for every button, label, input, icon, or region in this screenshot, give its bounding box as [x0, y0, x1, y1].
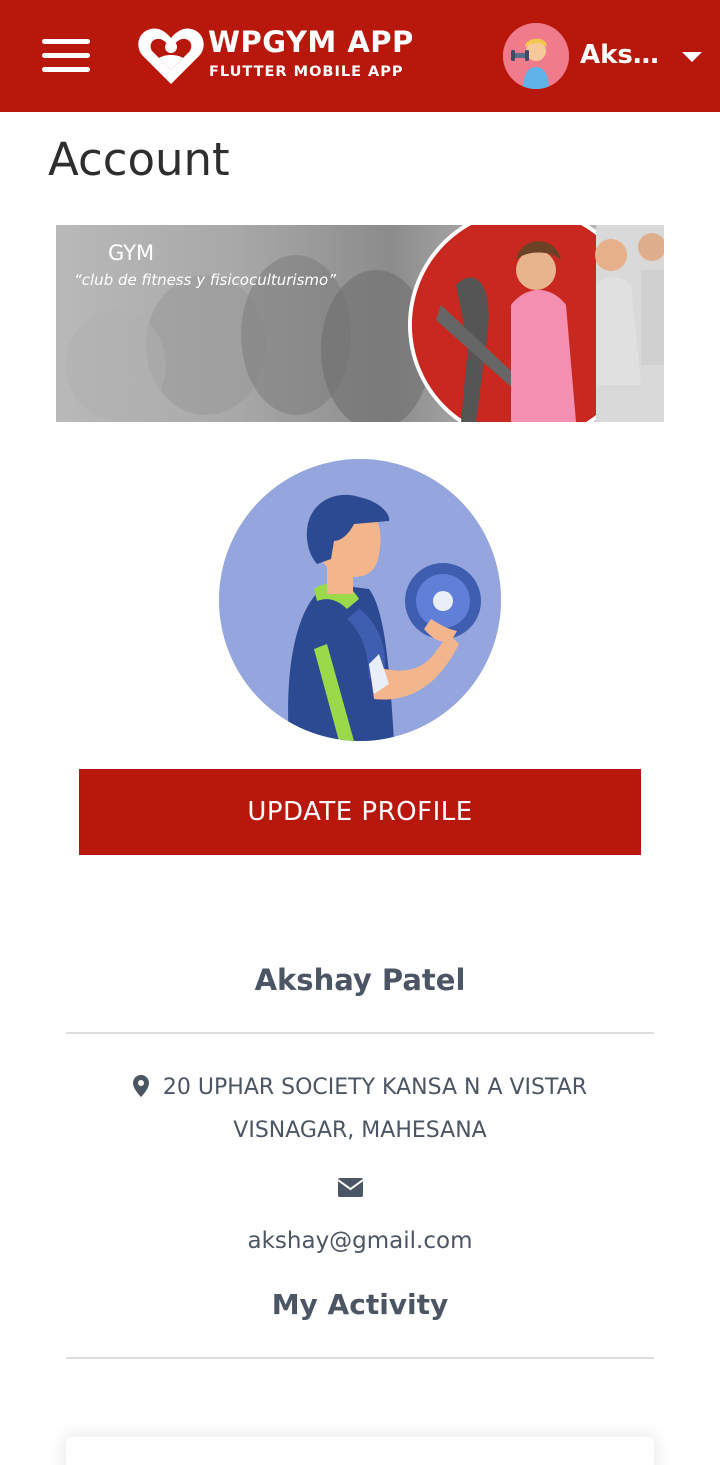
brand-subtitle: FLUTTER MOBILE APP — [209, 64, 404, 80]
activity-title: My Activity — [271, 1288, 449, 1321]
address-row: 20 UPHAR SOCIETY KANSA N A VISTAR VISNAG… — [100, 1066, 620, 1152]
page-title: Account — [48, 133, 230, 186]
profile-avatar — [219, 459, 501, 741]
activity-card[interactable] — [66, 1437, 654, 1465]
caret-down-icon[interactable] — [682, 52, 702, 62]
update-profile-button[interactable]: UPDATE PROFILE — [79, 769, 641, 855]
divider — [66, 1032, 654, 1034]
gym-banner: GYM “club de fitness y fisicoculturismo” — [56, 225, 664, 422]
banner-tagline: “club de fitness y fisicoculturismo” — [74, 271, 336, 289]
user-avatar — [503, 23, 569, 89]
map-marker-icon — [132, 1075, 149, 1097]
email-text[interactable]: akshay@gmail.com — [0, 1228, 720, 1254]
profile-name: Akshay Patel — [254, 963, 466, 997]
hamburger-menu-icon[interactable] — [42, 38, 90, 74]
divider — [66, 1357, 654, 1359]
brand-title: WPGYM APP — [208, 25, 414, 59]
user-name: Aksh... — [580, 40, 675, 70]
address-text: 20 UPHAR SOCIETY KANSA N A VISTAR VISNAG… — [162, 1075, 588, 1143]
user-menu[interactable]: Aksh... — [503, 22, 713, 90]
envelope-icon — [338, 1178, 363, 1197]
heart-logo-icon — [138, 28, 204, 84]
banner-title: GYM — [108, 241, 155, 265]
app-bar: WPGYM APP FLUTTER MOBILE APP Aksh... — [0, 0, 720, 112]
